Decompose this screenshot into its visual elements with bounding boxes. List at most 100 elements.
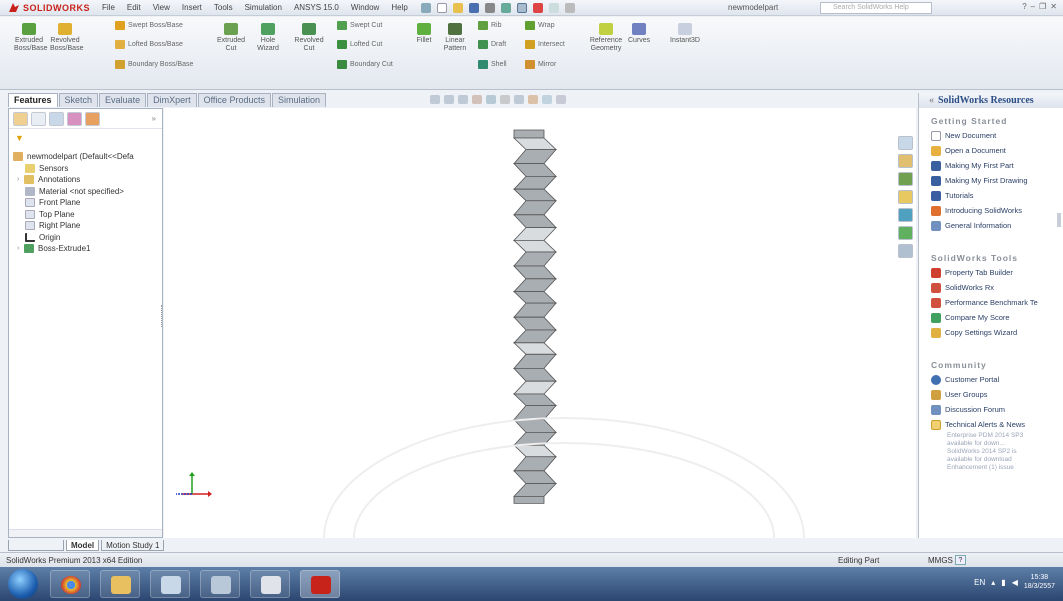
customer-portal-link[interactable]: Customer Portal	[919, 372, 1063, 387]
wrap-button[interactable]: Wrap	[525, 21, 555, 30]
tree-item-boss-extrude1[interactable]: › Boss-Extrude1	[17, 243, 163, 255]
menu-edit[interactable]: Edit	[121, 3, 147, 12]
view-palette-tab-icon[interactable]	[898, 190, 913, 204]
options-icon[interactable]	[564, 2, 575, 13]
mirror-button[interactable]: Mirror	[525, 60, 556, 69]
menu-simulation[interactable]: Simulation	[239, 3, 288, 12]
tab-sketch[interactable]: Sketch	[58, 93, 99, 107]
design-library-tab-icon[interactable]	[898, 154, 913, 168]
extruded-boss-button[interactable]: Extruded Boss/Base	[14, 23, 47, 53]
news-line[interactable]: available for download	[919, 456, 1063, 464]
feature-tree-tab-icon[interactable]	[13, 111, 28, 126]
display-style-icon[interactable]	[500, 95, 510, 104]
news-line[interactable]: Enterprise PDM 2014 SP3	[919, 432, 1063, 440]
volume-icon[interactable]: ◀	[1012, 578, 1018, 587]
search-help-input[interactable]: Search SolidWorks Help	[820, 2, 932, 14]
new-document-link[interactable]: New Document	[919, 128, 1063, 143]
pin-icon[interactable]	[420, 2, 431, 13]
shell-button[interactable]: Shell	[478, 60, 507, 69]
tree-item-annotations[interactable]: › Annotations	[17, 174, 163, 186]
menu-window[interactable]: Window	[345, 3, 385, 12]
tray-arrow-icon[interactable]: ▴	[991, 578, 995, 587]
view-orientation-icon[interactable]	[486, 95, 496, 104]
appearances-tab-icon[interactable]	[898, 208, 913, 222]
first-drawing-link[interactable]: Making My First Drawing	[919, 173, 1063, 188]
expand-icon[interactable]: ›	[17, 245, 24, 252]
introducing-solidworks-link[interactable]: Introducing SolidWorks	[919, 203, 1063, 218]
resources-scrollbar[interactable]	[1057, 213, 1061, 227]
menu-insert[interactable]: Insert	[176, 3, 208, 12]
print-icon[interactable]	[484, 2, 495, 13]
solidworks-rx-link[interactable]: SolidWorks Rx	[919, 280, 1063, 295]
app-logo[interactable]: SOLIDWORKS	[0, 0, 96, 16]
file-explorer-tab-icon[interactable]	[898, 172, 913, 186]
reference-geometry-button[interactable]: Reference Geometry	[586, 23, 626, 53]
menu-help[interactable]: Help	[385, 3, 413, 12]
tab-scroll-arrows[interactable]	[8, 540, 64, 551]
instant3d-button[interactable]: Instant3D	[668, 23, 702, 45]
undo-icon[interactable]	[500, 2, 511, 13]
hole-wizard-button[interactable]: Hole Wizard	[256, 23, 280, 53]
section-view-icon[interactable]	[472, 95, 482, 104]
menu-ansys[interactable]: ANSYS 15.0	[288, 3, 345, 12]
curves-button[interactable]: Curves	[628, 23, 650, 45]
draft-button[interactable]: Draft	[478, 40, 506, 49]
filter-icon[interactable]: ▼	[15, 133, 25, 143]
close-icon[interactable]: ✕	[1050, 2, 1057, 11]
boundary-cut-button[interactable]: Boundary Cut	[337, 60, 393, 69]
open-document-link[interactable]: Open a Document	[919, 143, 1063, 158]
clock[interactable]: 15:38 18/3/2557	[1024, 573, 1055, 591]
general-information-link[interactable]: General Information	[919, 218, 1063, 233]
tutorials-link[interactable]: Tutorials	[919, 188, 1063, 203]
lofted-boss-button[interactable]: Lofted Boss/Base	[115, 40, 183, 49]
rebuild-icon[interactable]	[532, 2, 543, 13]
minimize-icon[interactable]: –	[1031, 2, 1035, 11]
taskbar-solidworks-button[interactable]	[300, 570, 340, 598]
custom-properties-tab-icon[interactable]	[898, 226, 913, 240]
resources-tab-icon[interactable]	[898, 136, 913, 150]
tab-evaluate[interactable]: Evaluate	[99, 93, 147, 107]
fillet-button[interactable]: Fillet	[414, 23, 434, 45]
tab-model[interactable]: Model	[66, 540, 100, 551]
edit-appearance-icon[interactable]	[528, 95, 538, 104]
tree-root-part[interactable]: newmodelpart (Default<<Defa	[13, 151, 163, 163]
tab-dimxpert[interactable]: DimXpert	[147, 93, 197, 107]
zoom-area-icon[interactable]	[444, 95, 454, 104]
taskbar-app-button[interactable]	[150, 570, 190, 598]
tree-item-right-plane[interactable]: Right Plane	[25, 220, 163, 232]
apply-scene-icon[interactable]	[542, 95, 552, 104]
tree-item-origin[interactable]: Origin	[25, 232, 163, 244]
language-indicator[interactable]: EN	[974, 578, 985, 587]
news-line[interactable]: SolidWorks 2014 SP2 is	[919, 448, 1063, 456]
intersect-button[interactable]: Intersect	[525, 40, 565, 49]
tree-item-sensors[interactable]: Sensors	[25, 163, 163, 175]
open-icon[interactable]	[452, 2, 463, 13]
menu-view[interactable]: View	[147, 3, 176, 12]
restore-icon[interactable]: ❐	[1039, 2, 1046, 11]
taskbar-explorer-button[interactable]	[100, 570, 140, 598]
news-line[interactable]: Enhancement (1) issue	[919, 464, 1063, 472]
configuration-manager-tab-icon[interactable]	[49, 111, 64, 126]
user-groups-link[interactable]: User Groups	[919, 387, 1063, 402]
news-line[interactable]: available for down...	[919, 440, 1063, 448]
network-icon[interactable]: ▮	[1001, 578, 1005, 587]
collapse-icon[interactable]: «	[929, 95, 934, 106]
hide-show-icon[interactable]	[514, 95, 524, 104]
tree-item-front-plane[interactable]: Front Plane	[25, 197, 163, 209]
view-settings-icon[interactable]	[556, 95, 566, 104]
extruded-cut-button[interactable]: Extruded Cut	[216, 23, 246, 53]
swept-boss-button[interactable]: Swept Boss/Base	[115, 21, 183, 30]
help-button[interactable]: ?	[955, 555, 966, 565]
tree-item-material[interactable]: Material <not specified>	[25, 186, 163, 198]
file-properties-icon[interactable]	[548, 2, 559, 13]
display-manager-tab-icon[interactable]	[85, 111, 100, 126]
tab-office-products[interactable]: Office Products	[197, 93, 271, 107]
tab-features[interactable]: Features	[8, 93, 58, 107]
lofted-cut-button[interactable]: Lofted Cut	[337, 40, 382, 49]
menu-file[interactable]: File	[96, 3, 121, 12]
previous-view-icon[interactable]	[458, 95, 468, 104]
tab-motion-study-1[interactable]: Motion Study 1	[101, 540, 165, 551]
swept-cut-button[interactable]: Swept Cut	[337, 21, 382, 30]
save-icon[interactable]	[468, 2, 479, 13]
taskbar-app2-button[interactable]	[200, 570, 240, 598]
